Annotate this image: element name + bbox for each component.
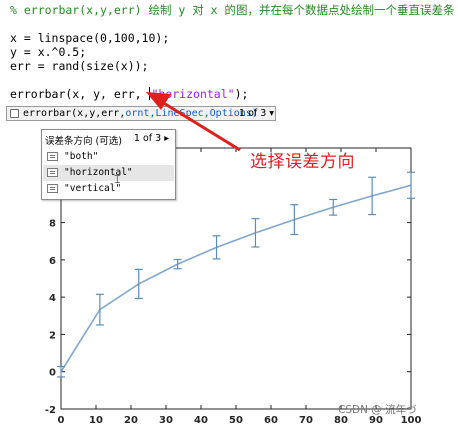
code-comment-line: % errorbar(x,y,err) 绘制 y 对 x 的图，并在每个数据点处…: [10, 3, 455, 17]
function-hint-icon: [10, 109, 19, 118]
code-line-err: err = rand(size(x));: [10, 59, 149, 73]
x-tick-label: 40: [194, 415, 208, 425]
y-tick-label: 4: [49, 293, 56, 304]
y-tick-label: 2: [49, 330, 56, 341]
code-line-errorbar-call[interactable]: errorbar(x, y, err, "horizontal");: [10, 87, 248, 101]
dropdown-item-label: "vertical": [64, 183, 122, 194]
dropdown-item-vertical[interactable]: "vertical": [43, 181, 174, 197]
call-string-argument: "horizontal": [151, 87, 235, 101]
x-tick-label: 10: [89, 415, 103, 425]
annotation-label: 选择误差方向: [250, 152, 355, 172]
dropdown-item-label: "both": [64, 151, 99, 162]
code-line-y: y = x.^0.5;: [10, 45, 87, 59]
x-tick-label: 20: [124, 415, 138, 425]
x-tick-label: 70: [299, 415, 313, 425]
watermark: CSDN @ 流年づ: [338, 404, 417, 416]
option-icon: [47, 168, 58, 177]
y-tick-label: 6: [49, 256, 56, 267]
x-tick-label: 0: [58, 415, 65, 425]
x-tick-label: 50: [229, 415, 243, 425]
x-tick-label: 30: [159, 415, 173, 425]
x-tick-label: 60: [264, 415, 278, 425]
dropdown-item-label: "horizontal": [64, 167, 133, 178]
mouse-cursor-icon: ⌶: [114, 173, 121, 186]
option-icon: [47, 184, 58, 193]
y-tick-label: -2: [45, 405, 56, 416]
dropdown-header: 误差条方向 (可选): [45, 136, 122, 147]
code-line-x: x = linspace(0,100,10);: [10, 31, 170, 45]
y-tick-label: 0: [49, 368, 56, 379]
dropdown-page-selector[interactable]: 1 of 3 ▸: [134, 133, 169, 144]
call-suffix: );: [234, 87, 249, 101]
completion-dropdown[interactable]: 误差条方向 (可选) 1 of 3 ▸ "both" "horizontal" …: [41, 129, 176, 200]
call-prefix: errorbar(x, y, err,: [10, 87, 149, 101]
y-tick-label: 8: [49, 219, 56, 230]
dropdown-item-horizontal[interactable]: "horizontal": [43, 165, 174, 181]
dropdown-item-both[interactable]: "both": [43, 149, 174, 165]
option-icon: [47, 152, 58, 161]
